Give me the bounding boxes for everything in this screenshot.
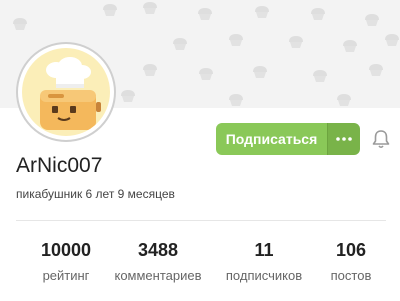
stat-posts[interactable]: 106 постов [316,238,386,285]
avatar[interactable] [16,42,116,142]
stat-value: 106 [335,240,367,260]
stat-label: комментариев [114,268,202,283]
stat-value: 3488 [137,240,179,260]
stat-subscribers[interactable]: 11 подписчиков [214,238,314,285]
more-dots-icon [336,137,352,141]
stat-label: рейтинг [42,268,90,283]
more-button[interactable] [327,123,360,155]
stat-label: подписчиков [225,268,303,283]
stat-rating[interactable]: 10000 рейтинг [30,238,102,285]
stat-comments[interactable]: 3488 комментариев [104,238,212,285]
subscribe-group: Подписаться [216,123,360,155]
notify-button[interactable] [370,128,392,150]
stat-value: 11 [254,240,274,260]
divider [16,220,386,221]
subscribe-button[interactable]: Подписаться [216,123,327,155]
bell-icon [372,130,390,149]
stat-value: 10000 [40,240,92,260]
toaster-chef-icon [40,57,101,130]
username: ArNic007 [16,154,103,177]
stat-label: постов [330,268,372,283]
avatar-image [22,48,110,136]
tenure-text: пикабушник 6 лет 9 месяцев [16,187,175,201]
